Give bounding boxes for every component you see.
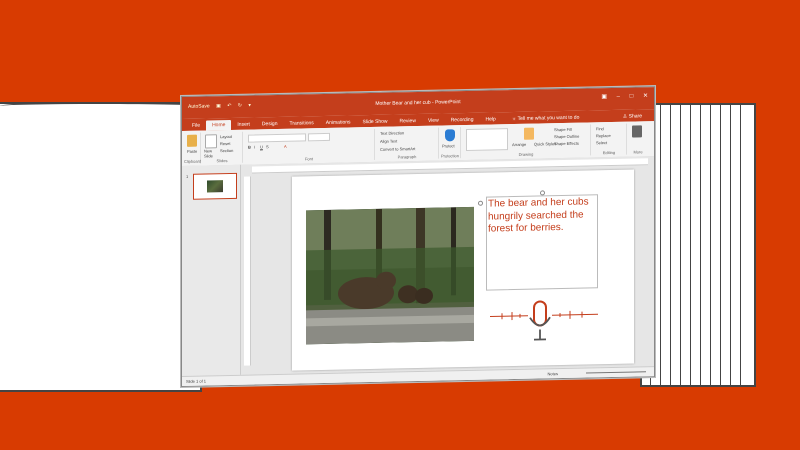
replace-button[interactable]: Replace xyxy=(596,133,611,138)
align-text-button[interactable]: Align Text xyxy=(380,138,397,143)
group-label-more: More xyxy=(633,149,643,155)
font-color-icon[interactable]: A xyxy=(284,144,287,149)
tab-home[interactable]: Home xyxy=(206,119,232,131)
tab-view[interactable]: View xyxy=(422,115,445,125)
quick-styles-icon[interactable] xyxy=(524,127,534,140)
paste-button[interactable]: Paste xyxy=(187,149,197,154)
thumbnail-photo xyxy=(207,180,223,193)
bold-icon[interactable]: B xyxy=(248,145,251,150)
page-edge xyxy=(710,105,711,385)
page-edge xyxy=(740,105,741,385)
italic-icon[interactable]: I xyxy=(254,144,255,149)
group-font: B I U S A Font xyxy=(244,128,375,163)
page-edge xyxy=(690,105,691,385)
find-button[interactable]: Find xyxy=(596,126,604,131)
slide-thumbnail[interactable] xyxy=(193,172,237,200)
convert-smartart-button[interactable]: Convert to SmartArt xyxy=(380,146,440,152)
group-label-slides: Slides xyxy=(216,158,228,164)
text-direction-button[interactable]: Text Direction xyxy=(380,130,440,136)
page-edge xyxy=(730,105,731,385)
group-label-clipboard: Clipboard xyxy=(184,158,202,164)
book-right-pages xyxy=(640,103,756,387)
group-paragraph: Text Direction Align Text Convert to Sma… xyxy=(376,127,440,160)
bear-photo-image xyxy=(306,206,474,345)
tab-review[interactable]: Review xyxy=(394,116,422,127)
underline-icon[interactable]: U xyxy=(260,144,263,149)
shape-effects-button[interactable]: Shape Effects xyxy=(554,141,579,147)
strikethrough-icon[interactable]: S xyxy=(266,144,269,149)
group-label-paragraph: Paragraph xyxy=(397,154,417,160)
group-slides: New Slide Layout Reset Section Slides xyxy=(202,131,243,164)
protect-button[interactable]: Protect xyxy=(442,143,455,148)
quick-styles-button[interactable]: Quick Styles xyxy=(534,141,556,146)
resize-handle[interactable] xyxy=(478,200,483,206)
tab-design[interactable]: Design xyxy=(256,119,284,130)
tab-file[interactable]: File xyxy=(186,120,206,130)
notes-button[interactable]: Notes xyxy=(548,371,558,376)
window-title: Mother Bear and her cub - PowerPoint xyxy=(375,99,461,107)
zoom-slider[interactable] xyxy=(586,371,646,374)
slide-canvas[interactable]: The bear and her cubs hungrily searched … xyxy=(292,169,634,371)
page-edge xyxy=(720,105,721,385)
slide-text[interactable]: The bear and her cubs hungrily searched … xyxy=(488,196,598,236)
shape-fill-button[interactable]: Shape Fill xyxy=(554,127,572,132)
slide-count: Slide 1 of 1 xyxy=(186,378,207,384)
page-edge xyxy=(660,105,661,385)
reset-button[interactable]: Reset xyxy=(220,141,230,146)
bear-photo[interactable] xyxy=(306,206,474,345)
more-icon[interactable] xyxy=(632,125,642,138)
shapes-gallery[interactable] xyxy=(466,128,508,152)
tab-help[interactable]: Help xyxy=(479,114,501,124)
vertical-ruler[interactable] xyxy=(244,176,251,366)
font-name-box[interactable] xyxy=(248,133,306,143)
select-button[interactable]: Select xyxy=(596,140,607,145)
share-label: Share xyxy=(628,113,642,120)
powerpoint-window: AutoSave ▣ ↶ ↻ ▾ Mother Bear and her cub… xyxy=(181,86,655,388)
new-slide-button[interactable]: New Slide xyxy=(204,148,218,158)
layout-button[interactable]: Layout xyxy=(220,134,232,139)
thumbnail-pane: 1 xyxy=(182,164,241,377)
arrange-button[interactable]: Arrange xyxy=(512,142,526,147)
editor-area: 1 The bear and her cubs hungrily searche… xyxy=(182,156,654,377)
book-left-page xyxy=(0,102,202,392)
close-icon[interactable]: ✕ xyxy=(643,93,648,99)
microphone-icon[interactable] xyxy=(490,298,600,344)
section-button[interactable]: Section xyxy=(220,148,233,153)
group-more: More xyxy=(628,123,648,155)
page-edge xyxy=(680,105,681,385)
group-label-editing: Editing xyxy=(602,149,616,156)
page-edge xyxy=(700,105,701,385)
maximize-icon[interactable]: □ xyxy=(630,94,634,100)
shape-outline-button[interactable]: Shape Outline xyxy=(554,134,579,140)
tell-me-text: Tell me what you want to do xyxy=(517,114,580,122)
font-size-box[interactable] xyxy=(308,132,330,142)
tab-insert[interactable]: Insert xyxy=(231,119,256,130)
minimize-icon[interactable]: – xyxy=(617,94,620,100)
ribbon-options-icon[interactable]: ▣ xyxy=(601,94,607,100)
window-controls: ▣ – □ ✕ xyxy=(593,92,648,100)
group-protection: Protect Protection xyxy=(440,127,461,159)
paste-icon[interactable] xyxy=(187,134,197,147)
new-slide-icon[interactable] xyxy=(205,134,217,149)
group-editing: Find Replace Select Editing xyxy=(592,123,627,156)
thumbnail-number: 1 xyxy=(186,173,189,179)
group-clipboard: Paste Clipboard xyxy=(184,132,202,164)
shield-icon[interactable] xyxy=(445,129,455,142)
page-edge xyxy=(670,105,671,385)
group-drawing: Arrange Quick Styles Shape Fill Shape Ou… xyxy=(462,124,591,159)
group-label-protection: Protection xyxy=(440,153,459,159)
share-button[interactable]: ♙ Share xyxy=(619,111,646,122)
